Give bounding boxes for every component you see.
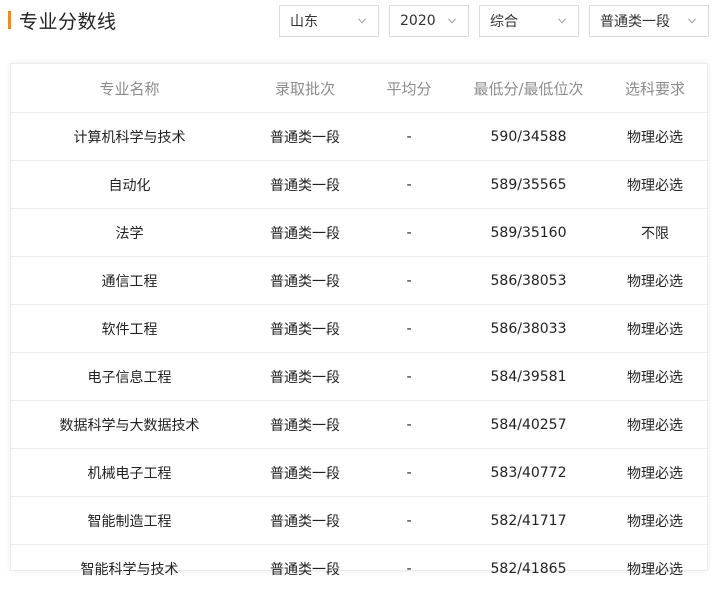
table-row: 智能科学与技术 普通类一段 - 582/41865 物理必选 [11,545,709,592]
cell-average: - [362,113,456,161]
cell-batch: 普通类一段 [248,113,362,161]
cell-major: 智能制造工程 [11,497,248,545]
cell-min-score-rank: 583/40772 [456,449,601,497]
province-select-value: 山东 [290,11,358,31]
chevron-down-icon [358,17,366,25]
cell-batch: 普通类一段 [248,353,362,401]
score-table-card: 专业名称 录取批次 平均分 最低分/最低位次 选科要求 计算机科学与技术 普通类… [10,63,708,571]
header-batch: 录取批次 [248,64,362,113]
title-accent-bar [8,11,11,29]
header-major: 专业名称 [11,64,248,113]
cell-average: - [362,401,456,449]
cell-average: - [362,353,456,401]
cell-major: 通信工程 [11,257,248,305]
cell-batch: 普通类一段 [248,305,362,353]
cell-min-score-rank: 584/39581 [456,353,601,401]
cell-major: 电子信息工程 [11,353,248,401]
cell-min-score-rank: 586/38033 [456,305,601,353]
subject-select-value: 综合 [490,11,558,31]
cell-major: 数据科学与大数据技术 [11,401,248,449]
cell-min-score-rank: 586/38053 [456,257,601,305]
cell-average: - [362,449,456,497]
table-row: 电子信息工程 普通类一段 - 584/39581 物理必选 [11,353,709,401]
table-row: 机械电子工程 普通类一段 - 583/40772 物理必选 [11,449,709,497]
cell-major: 自动化 [11,161,248,209]
province-select[interactable]: 山东 [279,5,379,37]
score-table: 专业名称 录取批次 平均分 最低分/最低位次 选科要求 计算机科学与技术 普通类… [11,64,709,592]
cell-average: - [362,545,456,592]
cell-subject-requirement: 物理必选 [601,257,709,305]
header-min-score-rank: 最低分/最低位次 [456,64,601,113]
cell-major: 机械电子工程 [11,449,248,497]
batch-select[interactable]: 普通类一段 [589,5,709,37]
chevron-down-icon [558,17,566,25]
header-subject-requirement: 选科要求 [601,64,709,113]
cell-subject-requirement: 物理必选 [601,497,709,545]
table-row: 软件工程 普通类一段 - 586/38033 物理必选 [11,305,709,353]
table-row: 通信工程 普通类一段 - 586/38053 物理必选 [11,257,709,305]
cell-subject-requirement: 物理必选 [601,113,709,161]
cell-subject-requirement: 物理必选 [601,353,709,401]
table-row: 自动化 普通类一段 - 589/35565 物理必选 [11,161,709,209]
cell-batch: 普通类一段 [248,449,362,497]
cell-subject-requirement: 物理必选 [601,305,709,353]
year-select-value: 2020 [400,13,448,29]
cell-major: 法学 [11,209,248,257]
cell-batch: 普通类一段 [248,257,362,305]
cell-min-score-rank: 589/35565 [456,161,601,209]
header-average: 平均分 [362,64,456,113]
table-row: 数据科学与大数据技术 普通类一段 - 584/40257 物理必选 [11,401,709,449]
cell-subject-requirement: 物理必选 [601,449,709,497]
year-select[interactable]: 2020 [389,5,469,37]
cell-batch: 普通类一段 [248,161,362,209]
table-header-row: 专业名称 录取批次 平均分 最低分/最低位次 选科要求 [11,64,709,113]
cell-min-score-rank: 589/35160 [456,209,601,257]
cell-average: - [362,497,456,545]
chevron-down-icon [448,17,456,25]
batch-select-value: 普通类一段 [600,11,688,31]
cell-average: - [362,209,456,257]
cell-major: 计算机科学与技术 [11,113,248,161]
cell-subject-requirement: 物理必选 [601,545,709,592]
page-title: 专业分数线 [19,7,117,34]
cell-min-score-rank: 584/40257 [456,401,601,449]
cell-subject-requirement: 物理必选 [601,401,709,449]
cell-major: 智能科学与技术 [11,545,248,592]
table-row: 计算机科学与技术 普通类一段 - 590/34588 物理必选 [11,113,709,161]
cell-subject-requirement: 物理必选 [601,161,709,209]
cell-average: - [362,305,456,353]
cell-min-score-rank: 582/41717 [456,497,601,545]
cell-major: 软件工程 [11,305,248,353]
page-title-wrap: 专业分数线 [8,8,117,32]
subject-select[interactable]: 综合 [479,5,579,37]
cell-batch: 普通类一段 [248,401,362,449]
cell-batch: 普通类一段 [248,545,362,592]
cell-min-score-rank: 590/34588 [456,113,601,161]
cell-average: - [362,257,456,305]
cell-subject-requirement: 不限 [601,209,709,257]
table-row: 法学 普通类一段 - 589/35160 不限 [11,209,709,257]
cell-min-score-rank: 582/41865 [456,545,601,592]
cell-average: - [362,161,456,209]
cell-batch: 普通类一段 [248,209,362,257]
table-row: 智能制造工程 普通类一段 - 582/41717 物理必选 [11,497,709,545]
chevron-down-icon [688,17,696,25]
cell-batch: 普通类一段 [248,497,362,545]
